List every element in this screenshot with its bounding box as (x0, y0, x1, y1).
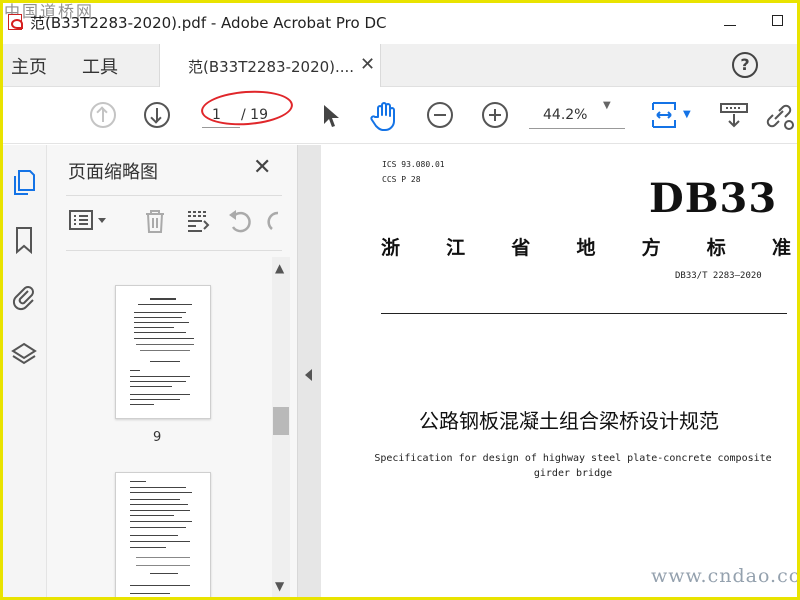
page-thumbnail[interactable] (115, 472, 211, 600)
standard-number: DB33/T 2283—2020 (675, 271, 762, 281)
attachment-icon[interactable] (11, 281, 37, 311)
scroll-mode-icon[interactable] (719, 99, 749, 131)
pages-icon[interactable] (11, 167, 37, 197)
standard-type-char: 浙 (381, 237, 401, 259)
extract-icon[interactable] (184, 207, 212, 235)
thumbnail-scrollbar[interactable]: ▲ ▼ (272, 257, 290, 597)
thumbnail-page-number: 9 (153, 430, 162, 445)
panel-splitter[interactable] (297, 145, 321, 597)
next-page-icon[interactable] (144, 102, 170, 128)
standard-code: DB33 (649, 175, 778, 222)
hand-icon[interactable] (369, 100, 401, 132)
delete-icon[interactable] (141, 207, 169, 235)
bookmark-icon[interactable] (11, 225, 37, 255)
watermark-bottom: www.cndao.com (651, 565, 797, 587)
tab-document[interactable]: 范(B33T2283-2020).... ✕ (159, 44, 381, 87)
scroll-down-icon[interactable]: ▼ (275, 579, 284, 593)
collapse-panel-icon[interactable] (305, 369, 312, 381)
select-cursor-icon[interactable] (321, 103, 341, 129)
maximize-button[interactable] (764, 8, 790, 34)
pdf-app-icon (8, 14, 23, 30)
share-link-icon[interactable] (763, 101, 795, 131)
ics-code: ICS 93.080.01 (382, 160, 445, 169)
undo-icon[interactable] (225, 207, 255, 235)
zoom-in-icon[interactable] (482, 102, 508, 128)
minimize-button[interactable] (717, 8, 743, 34)
window-title: 范(B33T2283-2020).pdf - Adobe Acrobat Pro… (30, 14, 387, 32)
navigation-rail (3, 145, 47, 597)
page-thumbnail[interactable] (115, 285, 211, 419)
document-title-en: Specification for design of highway stee… (374, 453, 772, 479)
toolbar: 1 / 19 44.2% ▼ ▼ (3, 87, 797, 144)
zoom-out-icon[interactable] (427, 102, 453, 128)
document-view[interactable]: ICS 93.080.01 CCS P 28 DB33 浙 江 省 地 方 标 … (321, 145, 797, 597)
fit-chevron-down-icon[interactable]: ▼ (683, 109, 691, 120)
panel-close-icon[interactable]: ✕ (253, 155, 271, 180)
layers-icon[interactable] (11, 339, 37, 369)
tab-tools[interactable]: 工具 (82, 53, 118, 79)
divider (381, 313, 787, 314)
standard-type: 浙 江 省 地 方 标 准 (381, 233, 791, 260)
ccs-code: CCS P 28 (382, 175, 421, 184)
tab-document-label: 范(B33T2283-2020).... (188, 58, 355, 76)
title-bar: 中国道桥网 范(B33T2283-2020).pdf - Adobe Acrob… (0, 0, 800, 44)
standard-type-char: 方 (641, 237, 661, 259)
document-title-cn: 公路钢板混凝土组合梁桥设计规范 (419, 409, 719, 433)
options-menu-icon[interactable] (67, 207, 111, 235)
standard-type-char: 地 (576, 237, 596, 259)
thumbnail-panel: 页面缩略图 ✕ 9 ▲ ▼ (47, 145, 297, 600)
panel-title: 页面缩略图 (68, 162, 158, 183)
divider (66, 195, 282, 196)
standard-type-char: 准 (771, 237, 791, 259)
prev-page-icon[interactable] (90, 102, 116, 128)
close-icon[interactable]: ✕ (360, 54, 375, 75)
standard-type-char: 省 (511, 237, 531, 259)
scrollbar-thumb[interactable] (273, 407, 289, 435)
tab-bar: 主页 工具 范(B33T2283-2020).... ✕ ? (3, 44, 797, 87)
tab-home[interactable]: 主页 (11, 53, 47, 79)
help-icon[interactable]: ? (732, 52, 758, 78)
divider (66, 250, 282, 251)
redo-icon[interactable] (266, 207, 280, 235)
scroll-up-icon[interactable]: ▲ (275, 261, 284, 275)
standard-type-char: 江 (446, 237, 466, 259)
standard-type-char: 标 (706, 237, 726, 259)
highlight-ellipse (199, 87, 295, 129)
chevron-down-icon[interactable]: ▼ (603, 100, 611, 111)
fit-page-icon[interactable] (649, 99, 679, 131)
